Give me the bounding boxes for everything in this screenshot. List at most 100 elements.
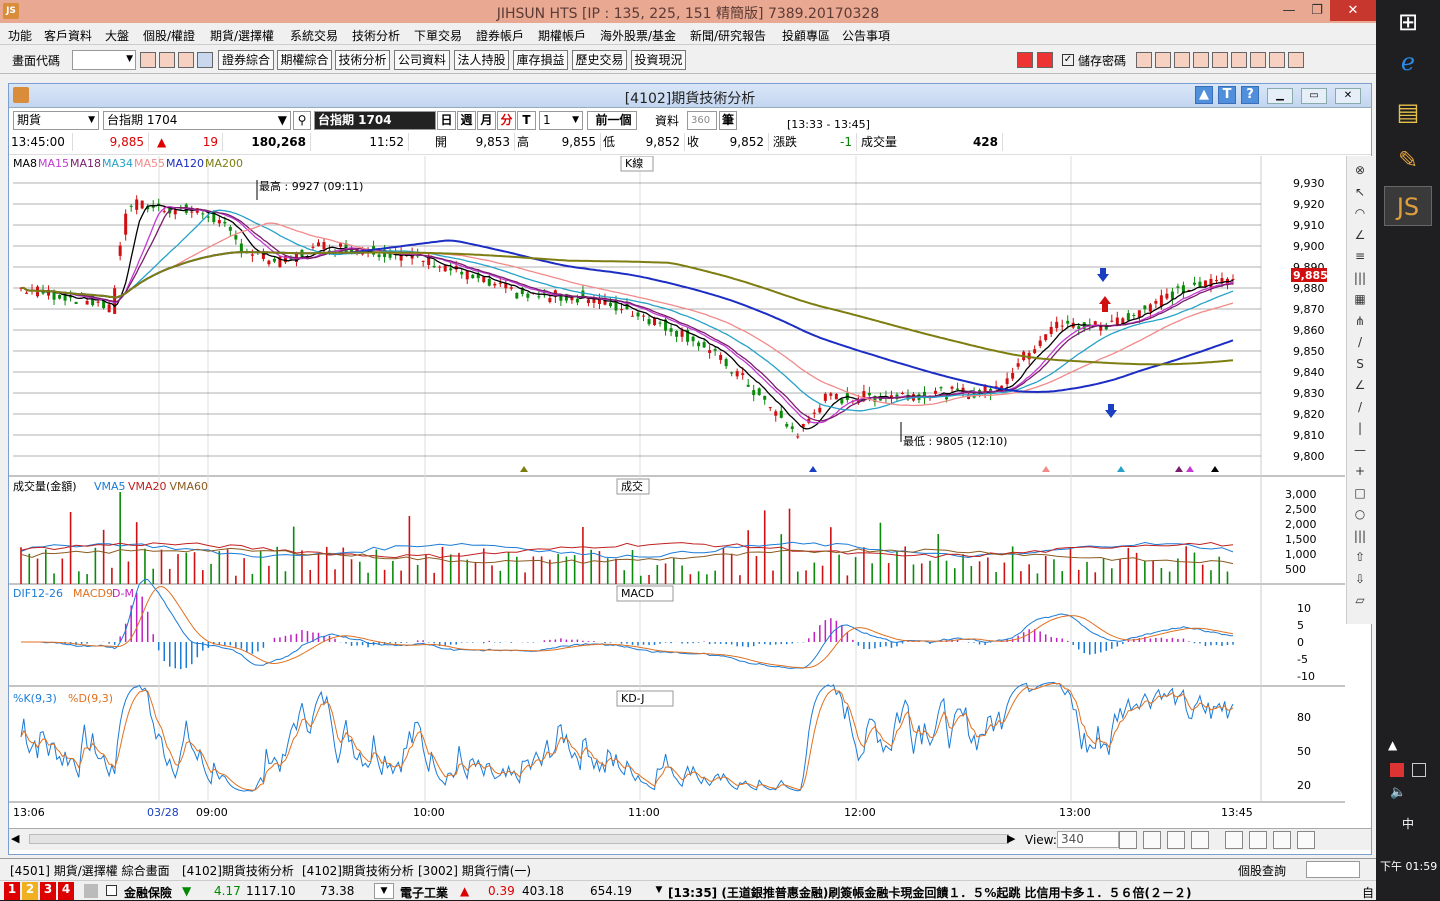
- menu-item[interactable]: 投顧專區: [782, 27, 830, 44]
- volume-icon[interactable]: 🔈: [1390, 785, 1406, 800]
- menu-item[interactable]: 系統交易: [290, 27, 338, 44]
- period-number-select[interactable]: 1 ▼: [539, 111, 583, 130]
- cancel-icon[interactable]: ⊗: [1350, 160, 1370, 180]
- tool-icon[interactable]: [1174, 52, 1190, 68]
- forward-icon[interactable]: [1037, 52, 1053, 68]
- lock-icon[interactable]: [84, 884, 98, 898]
- toolbar-button[interactable]: 技術分析: [335, 50, 390, 70]
- technical-chart[interactable]: 13:06 03/28 09:00 10:00 11:00 12:00 13:00 13:45…: [9, 156, 1373, 816]
- scroll-right-button[interactable]: ▶: [1007, 832, 1015, 845]
- minimize-button[interactable]: —: [1275, 0, 1303, 21]
- menu-item[interactable]: 大盤: [105, 27, 129, 44]
- bars-icon[interactable]: |||: [1350, 268, 1370, 288]
- tool-icon[interactable]: [1155, 52, 1171, 68]
- menu-item[interactable]: 海外股票/基金: [600, 27, 676, 44]
- tool-icon[interactable]: [1269, 52, 1285, 68]
- lines-icon[interactable]: ≡: [1350, 246, 1370, 266]
- dropdown-icon[interactable]: [197, 52, 213, 68]
- window-tab[interactable]: 個股查詢: [1238, 862, 1286, 879]
- menu-item[interactable]: 下單交易: [414, 27, 462, 44]
- window-tab[interactable]: [4501] 期貨/選擇權 綜合畫面: [10, 862, 170, 879]
- symbol-input[interactable]: 台指期 1704 ▼: [103, 111, 291, 130]
- scroll-track[interactable]: [29, 834, 1009, 844]
- symbol-search-icon[interactable]: ⚲: [293, 111, 311, 130]
- toolbar-button[interactable]: 投資現況: [631, 50, 686, 70]
- angle-icon[interactable]: ∠: [1350, 225, 1370, 245]
- angle2-icon[interactable]: ∠: [1350, 375, 1370, 395]
- tool-icon[interactable]: [1250, 52, 1266, 68]
- tool-icon[interactable]: [1212, 52, 1228, 68]
- save-password-checkbox[interactable]: ✓: [1062, 54, 1074, 66]
- ticker-page-button[interactable]: 3: [40, 882, 56, 900]
- vline-icon[interactable]: |: [1350, 418, 1370, 438]
- menu-item[interactable]: 客戶資料: [44, 27, 92, 44]
- bars2-icon[interactable]: |||: [1350, 526, 1370, 546]
- close-button[interactable]: ✕: [1330, 0, 1376, 21]
- code-input[interactable]: ▼: [72, 50, 136, 70]
- up-icon[interactable]: ⇧: [1350, 547, 1370, 567]
- tool-icon[interactable]: [1193, 52, 1209, 68]
- circle-icon[interactable]: ○: [1350, 504, 1370, 524]
- inner-minimize-button[interactable]: ▁: [1267, 88, 1293, 104]
- fan-icon[interactable]: ⋔: [1350, 311, 1370, 331]
- back-icon[interactable]: [1017, 52, 1033, 68]
- period-button[interactable]: 日: [437, 111, 456, 130]
- jihsun-app-icon[interactable]: JS: [1384, 186, 1432, 226]
- toolbar-button[interactable]: 庫存損益: [513, 50, 568, 70]
- help-icon[interactable]: ?: [1241, 86, 1259, 104]
- export-icon[interactable]: [178, 52, 194, 68]
- ticker-select-2[interactable]: ▼: [652, 883, 666, 899]
- print-icon[interactable]: [159, 52, 175, 68]
- settings-icon[interactable]: [1297, 831, 1315, 849]
- menu-item[interactable]: 個股/權證: [143, 27, 195, 44]
- toolbar-button[interactable]: 歷史交易: [572, 50, 627, 70]
- toolbar-button[interactable]: 法人持股: [454, 50, 509, 70]
- menu-item[interactable]: 新聞/研究報告: [690, 27, 766, 44]
- menu-item[interactable]: 公告事項: [842, 27, 890, 44]
- ticker-page-button[interactable]: 4: [58, 882, 74, 900]
- ticker-checkbox[interactable]: [106, 885, 117, 896]
- period-button[interactable]: 週: [457, 111, 476, 130]
- type-select[interactable]: 期貨 ▼: [13, 111, 99, 130]
- tray-up-icon[interactable]: ▲: [1388, 738, 1397, 752]
- paint-icon[interactable]: ✎: [1384, 140, 1432, 180]
- explorer-icon[interactable]: ▤: [1384, 92, 1432, 132]
- hline-icon[interactable]: —: [1350, 440, 1370, 460]
- window-tab[interactable]: [3002] 期貨行情(一): [418, 862, 531, 879]
- period-button[interactable]: T: [517, 111, 536, 130]
- inner-restore-button[interactable]: ▭: [1301, 88, 1327, 104]
- tool-icon[interactable]: [1136, 52, 1152, 68]
- tool-icon[interactable]: [1231, 52, 1247, 68]
- toolbar-button[interactable]: 證券綜合: [218, 50, 274, 70]
- crosshair-icon[interactable]: [1143, 831, 1161, 849]
- menu-item[interactable]: 期貨/選擇權: [210, 27, 274, 44]
- s-curve-icon[interactable]: S: [1350, 354, 1370, 374]
- line-icon[interactable]: /: [1350, 332, 1370, 352]
- up-arrow-icon[interactable]: ▲: [1195, 86, 1213, 104]
- pen-icon[interactable]: [1273, 831, 1291, 849]
- ie-icon[interactable]: ℯ: [1384, 42, 1432, 82]
- window-tab[interactable]: [4102]期貨技術分析: [182, 862, 294, 879]
- arc-icon[interactable]: ◠: [1350, 203, 1370, 223]
- prev-button[interactable]: 前一個: [587, 111, 637, 130]
- menu-item[interactable]: 功能: [8, 27, 32, 44]
- export2-icon[interactable]: [1225, 831, 1243, 849]
- menu-item[interactable]: 證券帳戶: [476, 27, 524, 44]
- cross-icon[interactable]: +: [1350, 461, 1370, 481]
- window-tab[interactable]: [4102]期貨技術分析: [302, 862, 414, 879]
- inner-close-button[interactable]: ✕: [1335, 88, 1361, 104]
- refresh-icon[interactable]: [1191, 831, 1209, 849]
- toolbar-button[interactable]: 公司資料: [394, 50, 450, 70]
- trend-icon[interactable]: /: [1350, 397, 1370, 417]
- tray-network-icon[interactable]: [1412, 763, 1426, 777]
- eraser-icon[interactable]: ▱: [1350, 590, 1370, 610]
- text-icon[interactable]: T: [1218, 86, 1236, 104]
- data-count-input[interactable]: 360: [687, 111, 717, 130]
- zoom-in-icon[interactable]: [1167, 831, 1185, 849]
- maximize-button[interactable]: ❐: [1303, 0, 1331, 21]
- pointer-icon[interactable]: ↖: [1350, 182, 1370, 202]
- ticker-page-button[interactable]: 2: [22, 882, 38, 900]
- zoom-icon[interactable]: [1119, 831, 1137, 849]
- menu-item[interactable]: 期權帳戶: [538, 27, 586, 44]
- tray-app-icon[interactable]: [1390, 763, 1404, 777]
